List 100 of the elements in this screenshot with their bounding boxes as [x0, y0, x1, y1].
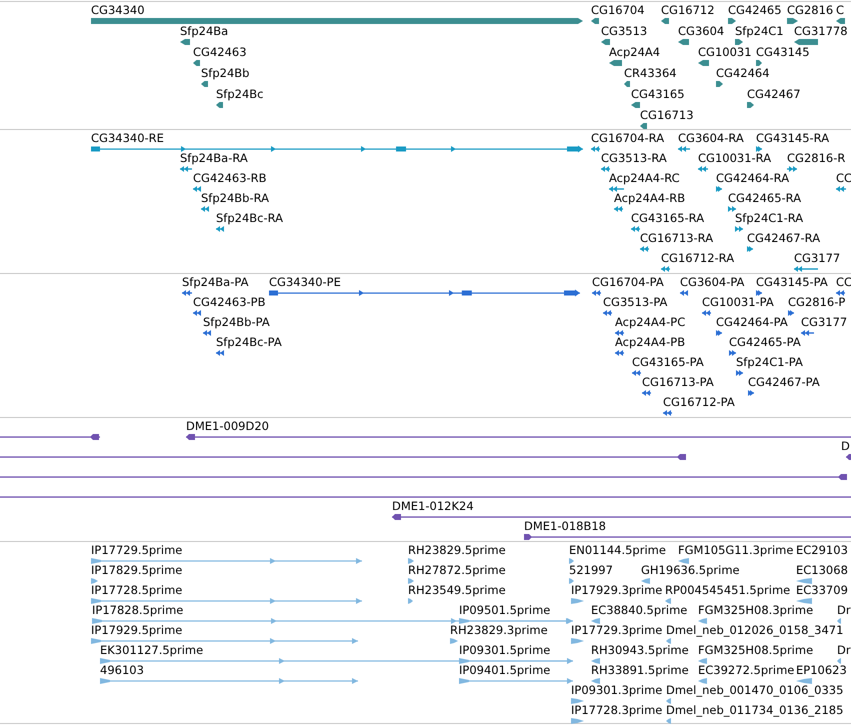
feature-label: CG10031 — [698, 45, 752, 59]
feature-label: Sfp24Ba-PA — [182, 275, 248, 289]
feature-label: EC29103 — [796, 543, 848, 557]
feature-label: IP17828.5prime — [92, 603, 184, 617]
feature-label: RH23549.5prime — [408, 583, 506, 597]
feature-label: Sfp24C1-RA — [735, 211, 804, 225]
feature-label: 496103 — [100, 663, 144, 677]
feature-label: CG43165-RA — [631, 211, 704, 225]
feature-label: EC38840.5prime — [591, 603, 688, 617]
feature-label: CG43165 — [631, 87, 685, 101]
feature-label: CG3604-PA — [680, 275, 744, 289]
feature-label: Sfp24Ba-RA — [180, 151, 248, 165]
feature-label: CG16712 — [661, 3, 715, 17]
feature-label: CG16713 — [640, 108, 694, 122]
feature-label: DME1-012K24 — [392, 499, 474, 513]
feature-label: IP17929.5prime — [91, 623, 182, 637]
feature-label: CG3177 — [801, 315, 848, 329]
feature-label: Acp24A4-RB — [614, 191, 686, 205]
feature-label: Sfp24Bc-PA — [216, 335, 282, 349]
feature-label: CG3604 — [678, 24, 724, 38]
feature-label: Sfp24Ba — [180, 24, 228, 38]
feature-label: CG2816-P — [788, 295, 846, 309]
feature-label: FGM105G11.3prime — [678, 543, 794, 557]
feature-label: Sfp24Bb — [201, 66, 250, 80]
feature-label: FGM325H08.5prime — [698, 643, 814, 657]
feature-label: EK301127.5prime — [100, 643, 204, 657]
feature-label: CG42467 — [747, 87, 801, 101]
feature-label: Sfp24C1 — [735, 24, 784, 38]
feature-label: CG31778 — [794, 24, 848, 38]
feature-label: CG10031-RA — [698, 151, 772, 165]
feature-label: Acp24A4-RC — [609, 171, 680, 185]
feature-label: EC13068 — [796, 563, 848, 577]
feature-label: CG43145-PA — [756, 275, 828, 289]
feature-label: D — [841, 439, 850, 453]
feature-label: C — [836, 3, 844, 17]
feature-label: Sfp24Bb-PA — [203, 315, 270, 329]
feature-label: IP17929.3prime — [571, 583, 662, 597]
feature-label: GH19636.5prime — [641, 563, 740, 577]
feature-label: Sfp24C1-PA — [736, 355, 803, 369]
feature-label: CG42463-RB — [193, 171, 267, 185]
feature-label: DME1-009D20 — [186, 419, 269, 433]
feature-label: CR43364 — [624, 66, 677, 80]
feature-label: CG42464-RA — [716, 171, 790, 185]
feature-label: Dr — [837, 643, 851, 657]
feature-label: CG10031-PA — [702, 295, 774, 309]
feature-label: 521997 — [569, 563, 613, 577]
feature-label: IP17728.3prime — [571, 703, 662, 717]
feature-label: DME1-018B18 — [524, 519, 606, 533]
feature-label: CG43145 — [756, 45, 810, 59]
feature-label: EN01144.5prime — [569, 543, 666, 557]
feature-label: CG2816 — [787, 3, 834, 17]
feature-label: RP004545451.5prime — [665, 583, 790, 597]
feature-label: CG34340-PE — [269, 275, 341, 289]
feature-label: IP09301.3prime — [571, 683, 662, 697]
feature-label: CG3513-RA — [601, 151, 667, 165]
feature-label: CG42465 — [728, 3, 782, 17]
feature-label: CG16712-PA — [663, 395, 735, 409]
feature-label: RH30943.5prime — [591, 643, 689, 657]
feature-label: CG16704-RA — [591, 131, 664, 145]
feature-label: RH27872.5prime — [408, 563, 506, 577]
feature-label: Dmel_neb_001470_0106_0335 — [666, 683, 844, 697]
feature-label: EP10623 — [796, 663, 847, 677]
feature-label: IP17829.5prime — [91, 563, 182, 577]
feature-label: CG43145-RA — [756, 131, 830, 145]
feature-label: CG42465-RA — [728, 191, 802, 205]
feature-label: Dr — [837, 603, 851, 617]
feature-label: CG3604-RA — [678, 131, 744, 145]
feature-label: RH23829.5prime — [408, 543, 506, 557]
feature-label: Sfp24Bb-RA — [201, 191, 270, 205]
feature-label: CG42463-PB — [193, 295, 266, 309]
feature-label: Acp24A4-PC — [615, 315, 686, 329]
feature-label: RH33891.5prime — [591, 663, 689, 677]
feature-label: CG16712-RA — [661, 251, 734, 265]
feature-label: CG42467-RA — [747, 231, 820, 245]
feature-label: CG2816-R — [787, 151, 846, 165]
feature-label: IP09501.5prime — [459, 603, 550, 617]
feature-label: Dmel_neb_012026_0158_3471 — [666, 623, 844, 637]
feature-label: CG16704 — [591, 3, 645, 17]
feature-label: CG42464-PA — [716, 315, 788, 329]
feature-label: CG3177 — [794, 251, 840, 265]
feature-label: CG16713-PA — [642, 375, 714, 389]
feature-label: RH23829.3prime — [450, 623, 548, 637]
feature-label: EC33709 — [796, 583, 848, 597]
feature-label: Sfp24Bc — [216, 87, 264, 101]
feature-label: CG34340-RE — [91, 131, 164, 145]
feature-label: CG42464 — [716, 66, 770, 80]
feature-label: IP09301.5prime — [459, 643, 550, 657]
feature-label: CG43165-PA — [632, 355, 704, 369]
feature-label: IP17729.5prime — [91, 543, 182, 557]
feature-label: CG3513-PA — [603, 295, 668, 309]
feature-label: CG42465-PA — [729, 335, 801, 349]
feature-label: FGM325H08.3prime — [698, 603, 814, 617]
feature-label: Sfp24Bc-RA — [216, 211, 284, 225]
feature-label: EC39272.5prime — [698, 663, 794, 677]
feature-label: Dmel_neb_011734_0136_2185 — [666, 703, 844, 717]
feature-label: CG42463 — [193, 45, 247, 59]
feature-label: Acp24A4 — [609, 45, 660, 59]
feature-label: IP09401.5prime — [459, 663, 550, 677]
feature-label: Acp24A4-PB — [615, 335, 686, 349]
feature-label: CG42467-PA — [748, 375, 820, 389]
